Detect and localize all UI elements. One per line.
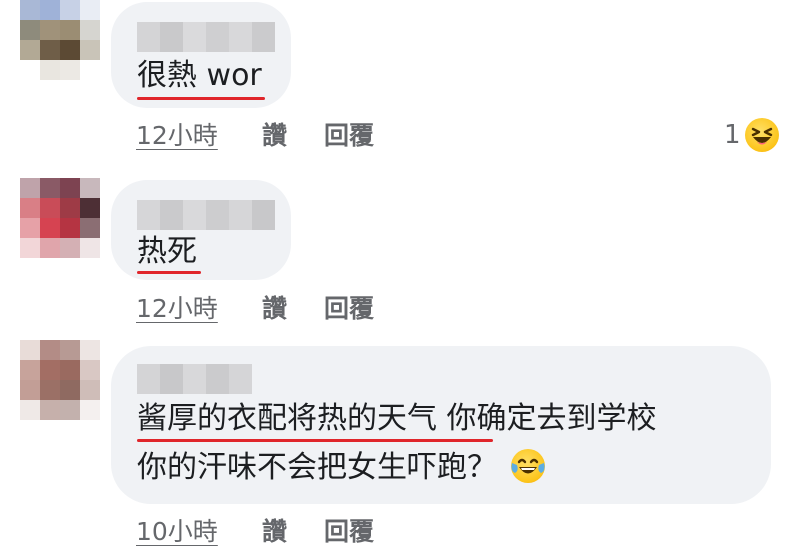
avatar[interactable] (20, 0, 100, 80)
avatar[interactable] (20, 340, 100, 420)
avatar[interactable] (20, 178, 100, 258)
comment-timestamp[interactable]: 12小時 (136, 121, 218, 151)
text-underline (137, 97, 265, 100)
reply-button[interactable]: 回覆 (324, 517, 374, 547)
comment-text: 热死 (137, 234, 197, 269)
commenter-name[interactable] (137, 22, 275, 52)
comment-text-rest: 你确定去到学校 (437, 401, 657, 436)
laughing-squint-emoji-icon (744, 118, 779, 152)
tears-of-joy-emoji-icon (510, 449, 545, 483)
comment-text: 你的汗味不会把女生吓跑？ (137, 450, 497, 485)
text-underline (137, 439, 493, 442)
reply-button[interactable]: 回覆 (324, 294, 374, 324)
commenter-name[interactable] (137, 364, 252, 394)
comment-text-line-2: 你的汗味不会把女生吓跑？ (137, 449, 545, 487)
comments-thread: 很熱 wor 12小時 讚 回覆 1 热死 12小時 讚 回覆 酱厚的衣配将热的… (0, 0, 800, 557)
comment-text-highlighted: 酱厚的衣配将热的天气 (137, 401, 437, 436)
reaction-count: 1 (724, 120, 741, 150)
like-button[interactable]: 讚 (262, 294, 287, 324)
reaction-summary[interactable]: 1 (724, 118, 779, 152)
reply-button[interactable]: 回覆 (324, 121, 374, 151)
comment-text-line-1: 酱厚的衣配将热的天气 你确定去到学校 (137, 400, 657, 438)
like-button[interactable]: 讚 (262, 517, 287, 547)
comment-text: 很熱 wor (137, 58, 262, 93)
comment-timestamp[interactable]: 10小時 (136, 517, 218, 547)
commenter-name[interactable] (137, 200, 275, 230)
comment-timestamp[interactable]: 12小時 (136, 294, 218, 324)
like-button[interactable]: 讚 (262, 121, 287, 151)
text-underline (137, 271, 201, 274)
